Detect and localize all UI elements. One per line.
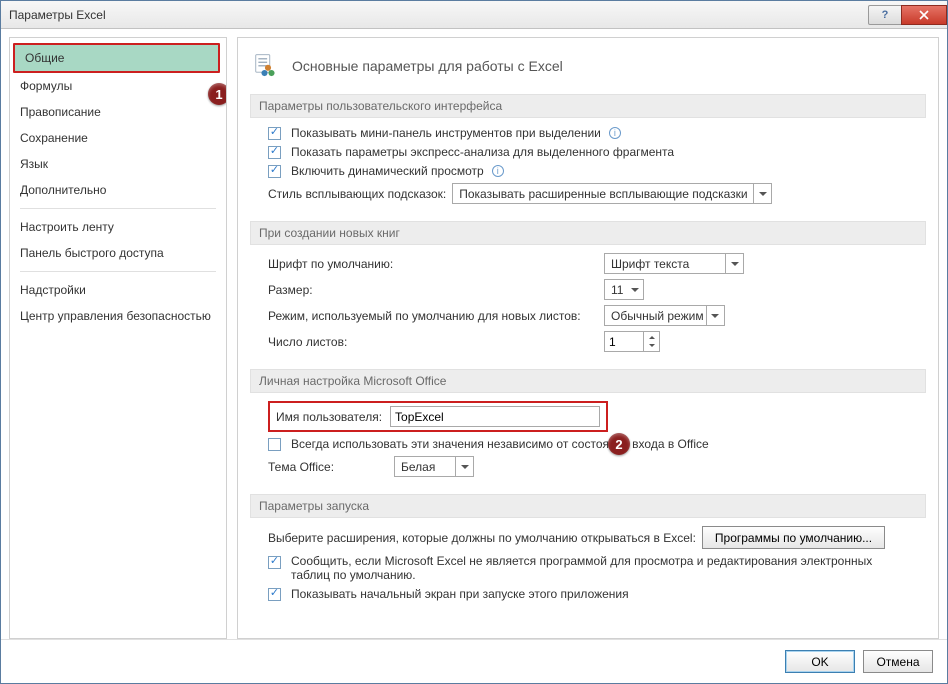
chk-notify-default[interactable] (268, 556, 281, 569)
nav-customize-ribbon[interactable]: Настроить ленту (10, 214, 226, 240)
lbl-default-ext: Выберите расширения, которые должны по у… (268, 531, 696, 545)
panel-heading-row: Основные параметры для работы с Excel (254, 52, 926, 80)
chk-mini-toolbar[interactable] (268, 127, 281, 140)
lbl-quick-analysis: Показать параметры экспресс-анализа для … (291, 145, 674, 159)
lbl-username: Имя пользователя: (276, 410, 382, 424)
select-font-size[interactable]: 11 (604, 279, 644, 300)
lbl-live-preview: Включить динамический просмотр (291, 164, 484, 178)
chevron-down-icon (455, 457, 473, 476)
lbl-font-size: Размер: (268, 283, 313, 297)
select-default-font[interactable]: Шрифт текста (604, 253, 744, 274)
select-office-theme-value: Белая (401, 460, 435, 474)
nav-qat[interactable]: Панель быстрого доступа (10, 240, 226, 266)
section-ui-header: Параметры пользовательского интерфейса (250, 94, 926, 118)
lbl-start-screen: Показывать начальный экран при запуске э… (291, 587, 629, 601)
callout-badge-2: 2 (608, 433, 630, 455)
lbl-always-use: Всегда использовать эти значения независ… (291, 437, 709, 451)
dialog-body: Общие 1 Формулы Правописание Сохранение … (1, 29, 947, 639)
category-sidebar: Общие 1 Формулы Правописание Сохранение … (9, 37, 227, 639)
nav-language[interactable]: Язык (10, 151, 226, 177)
settings-panel: Основные параметры для работы с Excel Па… (237, 37, 939, 639)
help-button[interactable]: ? (868, 5, 902, 25)
nav-save[interactable]: Сохранение (10, 125, 226, 151)
panel-heading: Основные параметры для работы с Excel (292, 58, 563, 74)
select-tooltip-style[interactable]: Показывать расширенные всплывающие подск… (452, 183, 772, 204)
excel-options-dialog: Параметры Excel ? Общие 1 Формулы Правоп… (0, 0, 948, 684)
spin-sheet-count-input[interactable] (605, 332, 643, 351)
chk-always-use[interactable] (268, 438, 281, 451)
chk-start-screen[interactable] (268, 588, 281, 601)
spin-up-icon[interactable] (644, 332, 659, 342)
btn-default-programs[interactable]: Программы по умолчанию... (702, 526, 885, 549)
chevron-down-icon (706, 306, 724, 325)
section-startup-header: Параметры запуска (250, 494, 926, 518)
window-title: Параметры Excel (9, 8, 106, 22)
ok-button[interactable]: OK (785, 650, 855, 673)
lbl-tooltip-style: Стиль всплывающих подсказок: (268, 187, 446, 201)
select-default-view-value: Обычный режим (611, 309, 704, 323)
lbl-notify-default: Сообщить, если Microsoft Excel не являет… (291, 554, 891, 582)
nav-advanced[interactable]: Дополнительно (10, 177, 226, 203)
chevron-down-icon (753, 184, 771, 203)
chevron-down-icon (725, 254, 743, 273)
spin-sheet-count[interactable] (604, 331, 660, 352)
cancel-button[interactable]: Отмена (863, 650, 933, 673)
nav-formulas[interactable]: Формулы (10, 73, 226, 99)
lbl-office-theme: Тема Office: (268, 460, 334, 474)
info-icon[interactable]: i (492, 165, 504, 177)
section-personal-header: Личная настройка Microsoft Office (250, 369, 926, 393)
lbl-default-view: Режим, используемый по умолчанию для нов… (268, 309, 581, 323)
chk-quick-analysis[interactable] (268, 146, 281, 159)
select-default-view[interactable]: Обычный режим (604, 305, 725, 326)
options-icon (254, 52, 282, 80)
input-username[interactable] (390, 406, 600, 427)
lbl-default-font: Шрифт по умолчанию: (268, 257, 393, 271)
nav-trust-center[interactable]: Центр управления безопасностью (10, 303, 226, 329)
section-newbook-header: При создании новых книг (250, 221, 926, 245)
close-button[interactable] (901, 5, 947, 25)
dialog-footer: OK Отмена (1, 639, 947, 683)
username-highlight: Имя пользователя: (268, 401, 608, 432)
info-icon[interactable]: i (609, 127, 621, 139)
callout-badge-1: 1 (208, 83, 227, 105)
close-icon (919, 10, 929, 20)
select-tooltip-value: Показывать расширенные всплывающие подск… (459, 187, 747, 201)
nav-general[interactable]: Общие (15, 45, 218, 71)
nav-proofing[interactable]: Правописание (10, 99, 226, 125)
lbl-mini-toolbar: Показывать мини-панель инструментов при … (291, 126, 601, 140)
select-office-theme[interactable]: Белая (394, 456, 474, 477)
select-default-font-value: Шрифт текста (611, 257, 689, 271)
titlebar: Параметры Excel ? (1, 1, 947, 29)
lbl-sheet-count: Число листов: (268, 335, 347, 349)
chk-live-preview[interactable] (268, 165, 281, 178)
select-font-size-value: 11 (611, 283, 623, 297)
nav-addins[interactable]: Надстройки (10, 277, 226, 303)
window-controls: ? (869, 5, 947, 25)
spin-down-icon[interactable] (644, 342, 659, 352)
